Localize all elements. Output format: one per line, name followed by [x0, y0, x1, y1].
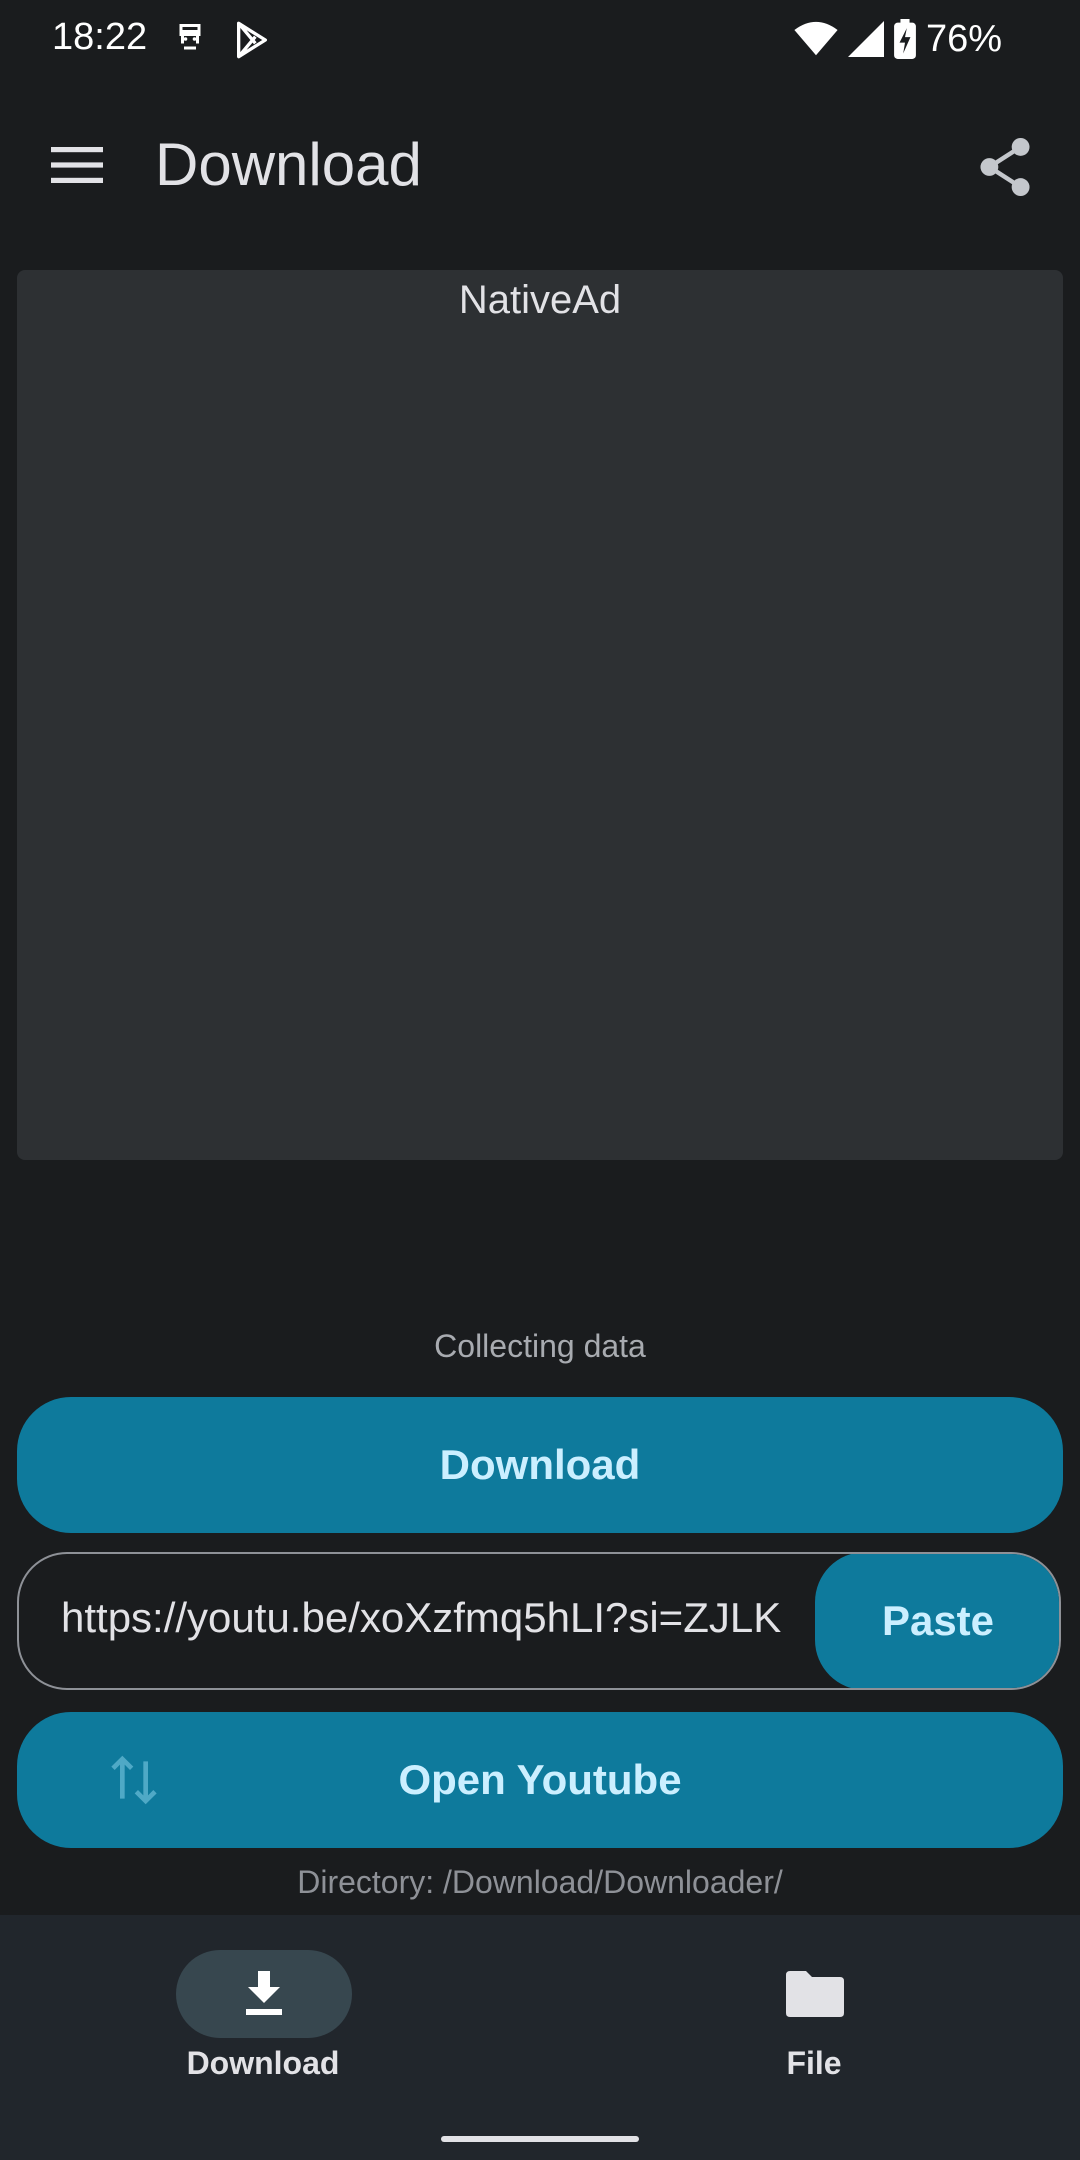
- bottom-navigation: Download File: [0, 1915, 1080, 2160]
- page-title: Download: [155, 131, 422, 198]
- directory-text: Directory: /Download/Downloader/: [297, 1864, 783, 1900]
- url-input-value[interactable]: https://youtu.be/xoXzfmq5hLI?si=ZJLK: [61, 1594, 781, 1642]
- share-icon: [980, 138, 1030, 196]
- native-ad-container[interactable]: NativeAd: [17, 270, 1063, 1160]
- battery-percentage: 76%: [925, 17, 1002, 60]
- paste-button[interactable]: Paste: [815, 1554, 1059, 1688]
- nav-label-download: Download: [186, 2045, 340, 2081]
- paste-button-label: Paste: [881, 1597, 995, 1644]
- download-button[interactable]: Download: [17, 1397, 1063, 1533]
- url-input-field[interactable]: https://youtu.be/xoXzfmq5hLI?si=ZJLK Pas…: [17, 1552, 1061, 1690]
- download-icon: [246, 1971, 282, 2015]
- nav-label-file: File: [786, 2045, 842, 2081]
- status-text: Collecting data: [434, 1328, 646, 1364]
- nav-active-indicator: [176, 1950, 352, 2038]
- battery-charging-icon: [894, 19, 916, 59]
- top-app-bar: Download: [0, 100, 1080, 230]
- download-button-label: Download: [439, 1441, 641, 1488]
- signal-icon: [847, 21, 884, 57]
- play-store-icon: [237, 21, 267, 59]
- folder-icon: [786, 1971, 844, 2017]
- open-youtube-button-label: Open Youtube: [398, 1756, 682, 1803]
- home-indicator[interactable]: [441, 2136, 639, 2142]
- status-right-group: 76%: [794, 14, 1002, 64]
- menu-button[interactable]: [44, 135, 110, 195]
- open-youtube-button[interactable]: Open Youtube: [17, 1712, 1063, 1848]
- share-button[interactable]: [970, 132, 1040, 202]
- wifi-icon: [794, 21, 838, 56]
- swap-vertical-icon: [111, 1755, 157, 1805]
- status-time: 18:22: [52, 16, 148, 58]
- notification-face-icon: [179, 24, 201, 50]
- status-bar: 18:22 76%: [0, 0, 1080, 80]
- nav-icon-container: [727, 1950, 903, 2038]
- native-ad-label: NativeAd: [458, 278, 622, 322]
- nav-item-file[interactable]: File: [664, 1950, 964, 2090]
- menu-icon: [51, 147, 103, 183]
- nav-item-download[interactable]: Download: [113, 1950, 413, 2090]
